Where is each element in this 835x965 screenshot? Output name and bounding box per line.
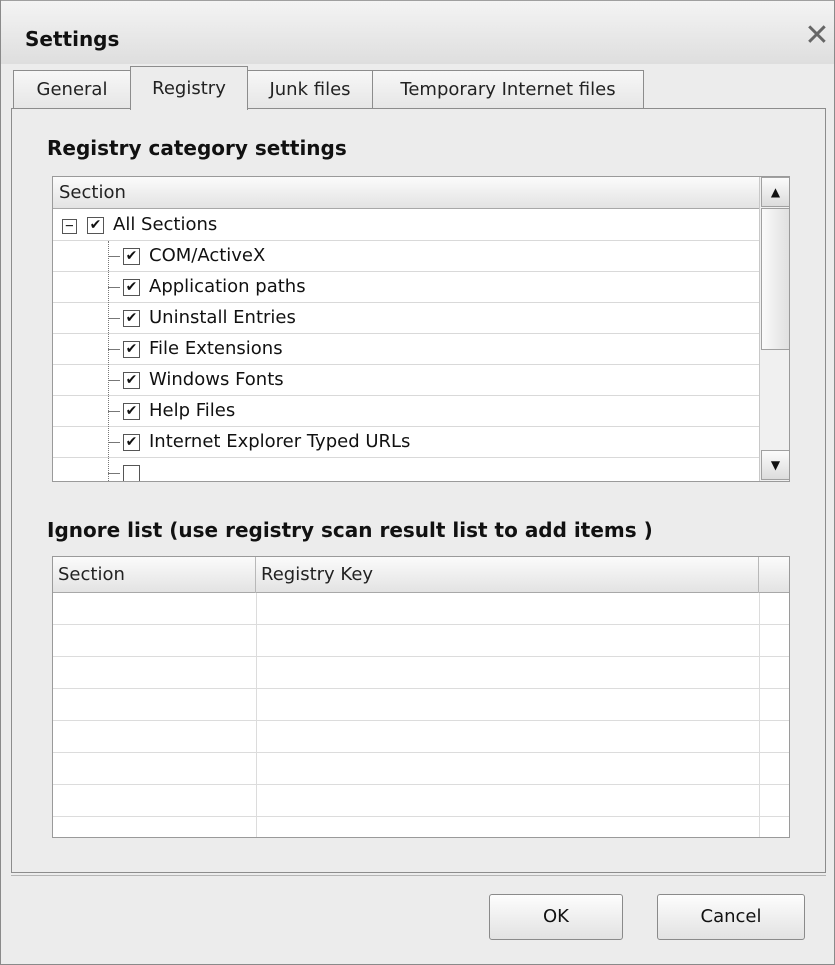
tab-label: Registry: [152, 78, 226, 99]
tree-connector: [108, 411, 120, 412]
checkbox-partial[interactable]: [123, 465, 140, 481]
table-row[interactable]: [53, 785, 789, 817]
footer-separator: [11, 875, 826, 876]
checkbox-file-extensions[interactable]: ✔: [123, 341, 140, 358]
tree-item-label: Windows Fonts: [149, 369, 284, 390]
column-header-registry-key[interactable]: Registry Key: [256, 557, 759, 593]
tree-item-label: COM/ActiveX: [149, 245, 266, 266]
tab-label: Temporary Internet files: [400, 79, 616, 100]
tree-vertical-scrollbar[interactable]: ▲ ▼: [759, 177, 789, 481]
tree-column-header-section[interactable]: Section: [53, 177, 759, 209]
table-row[interactable]: [53, 817, 789, 837]
checkbox-uninstall-entries[interactable]: ✔: [123, 310, 140, 327]
column-divider: [256, 593, 257, 837]
tree-row-application-paths[interactable]: ✔ Application paths: [53, 272, 759, 303]
tab-registry[interactable]: Registry: [130, 66, 248, 110]
cancel-button[interactable]: Cancel: [657, 894, 805, 940]
tab-bar: General Registry Junk files Temporary In…: [13, 66, 823, 110]
tree-connector: [108, 349, 120, 350]
tab-label: General: [36, 79, 108, 100]
registry-category-tree[interactable]: Section − ✔ All Sections ✔ COM/ActiveX ✔…: [52, 176, 790, 482]
ignore-list-table[interactable]: Section Registry Key: [52, 556, 790, 838]
column-header-section[interactable]: Section: [53, 557, 256, 593]
checkbox-windows-fonts[interactable]: ✔: [123, 372, 140, 389]
collapse-icon[interactable]: −: [62, 219, 77, 234]
table-row[interactable]: [53, 625, 789, 657]
registry-category-heading: Registry category settings: [47, 136, 347, 160]
tree-connector: [108, 256, 120, 257]
table-row[interactable]: [53, 689, 789, 721]
tree-connector: [108, 380, 120, 381]
ignore-list-heading: Ignore list (use registry scan result li…: [47, 518, 653, 542]
tree-row-com-activex[interactable]: ✔ COM/ActiveX: [53, 241, 759, 272]
checkbox-all-sections[interactable]: ✔: [87, 217, 104, 234]
scroll-down-icon[interactable]: ▼: [761, 450, 789, 480]
close-button[interactable]: ✕: [803, 21, 831, 51]
tree-row-ie-typed-urls[interactable]: ✔ Internet Explorer Typed URLs: [53, 427, 759, 458]
ignore-table-header: Section Registry Key: [53, 557, 789, 593]
tree-item-label: Uninstall Entries: [149, 307, 296, 328]
title-bar: Settings ✕: [1, 0, 834, 64]
table-row[interactable]: [53, 753, 789, 785]
checkbox-help-files[interactable]: ✔: [123, 403, 140, 420]
tree-item-label: File Extensions: [149, 338, 283, 359]
checkbox-ie-typed-urls[interactable]: ✔: [123, 434, 140, 451]
settings-dialog: Settings ✕ General Registry Junk files T…: [0, 0, 835, 965]
tab-temporary-internet-files[interactable]: Temporary Internet files: [372, 70, 644, 108]
tree-row-uninstall-entries[interactable]: ✔ Uninstall Entries: [53, 303, 759, 334]
ok-button[interactable]: OK: [489, 894, 623, 940]
tree-row-help-files[interactable]: ✔ Help Files: [53, 396, 759, 427]
tree-connector: [108, 442, 120, 443]
table-row[interactable]: [53, 721, 789, 753]
tree-row-file-extensions[interactable]: ✔ File Extensions: [53, 334, 759, 365]
table-row[interactable]: [53, 593, 789, 625]
tree-connector: [108, 287, 120, 288]
table-row[interactable]: [53, 657, 789, 689]
tree-item-label: Help Files: [149, 400, 236, 421]
tree-item-label: Internet Explorer Typed URLs: [149, 431, 411, 452]
tree-row-all-sections[interactable]: − ✔ All Sections: [53, 210, 759, 241]
tree-connector: [108, 318, 120, 319]
scrollbar-thumb[interactable]: [761, 208, 789, 350]
tree-connector: [108, 473, 120, 474]
tree-row-windows-fonts[interactable]: ✔ Windows Fonts: [53, 365, 759, 396]
dialog-title: Settings: [25, 27, 120, 51]
checkbox-application-paths[interactable]: ✔: [123, 279, 140, 296]
tree-item-label: All Sections: [113, 214, 218, 235]
column-divider: [759, 593, 760, 837]
checkbox-com-activex[interactable]: ✔: [123, 248, 140, 265]
tree-vertical-connector: [108, 241, 109, 481]
tab-general[interactable]: General: [13, 70, 131, 108]
tab-junk-files[interactable]: Junk files: [247, 70, 373, 108]
tab-label: Junk files: [269, 79, 351, 100]
tree-row-partial[interactable]: [53, 458, 759, 481]
scroll-up-icon[interactable]: ▲: [761, 177, 789, 207]
tree-item-label: Application paths: [149, 276, 306, 297]
